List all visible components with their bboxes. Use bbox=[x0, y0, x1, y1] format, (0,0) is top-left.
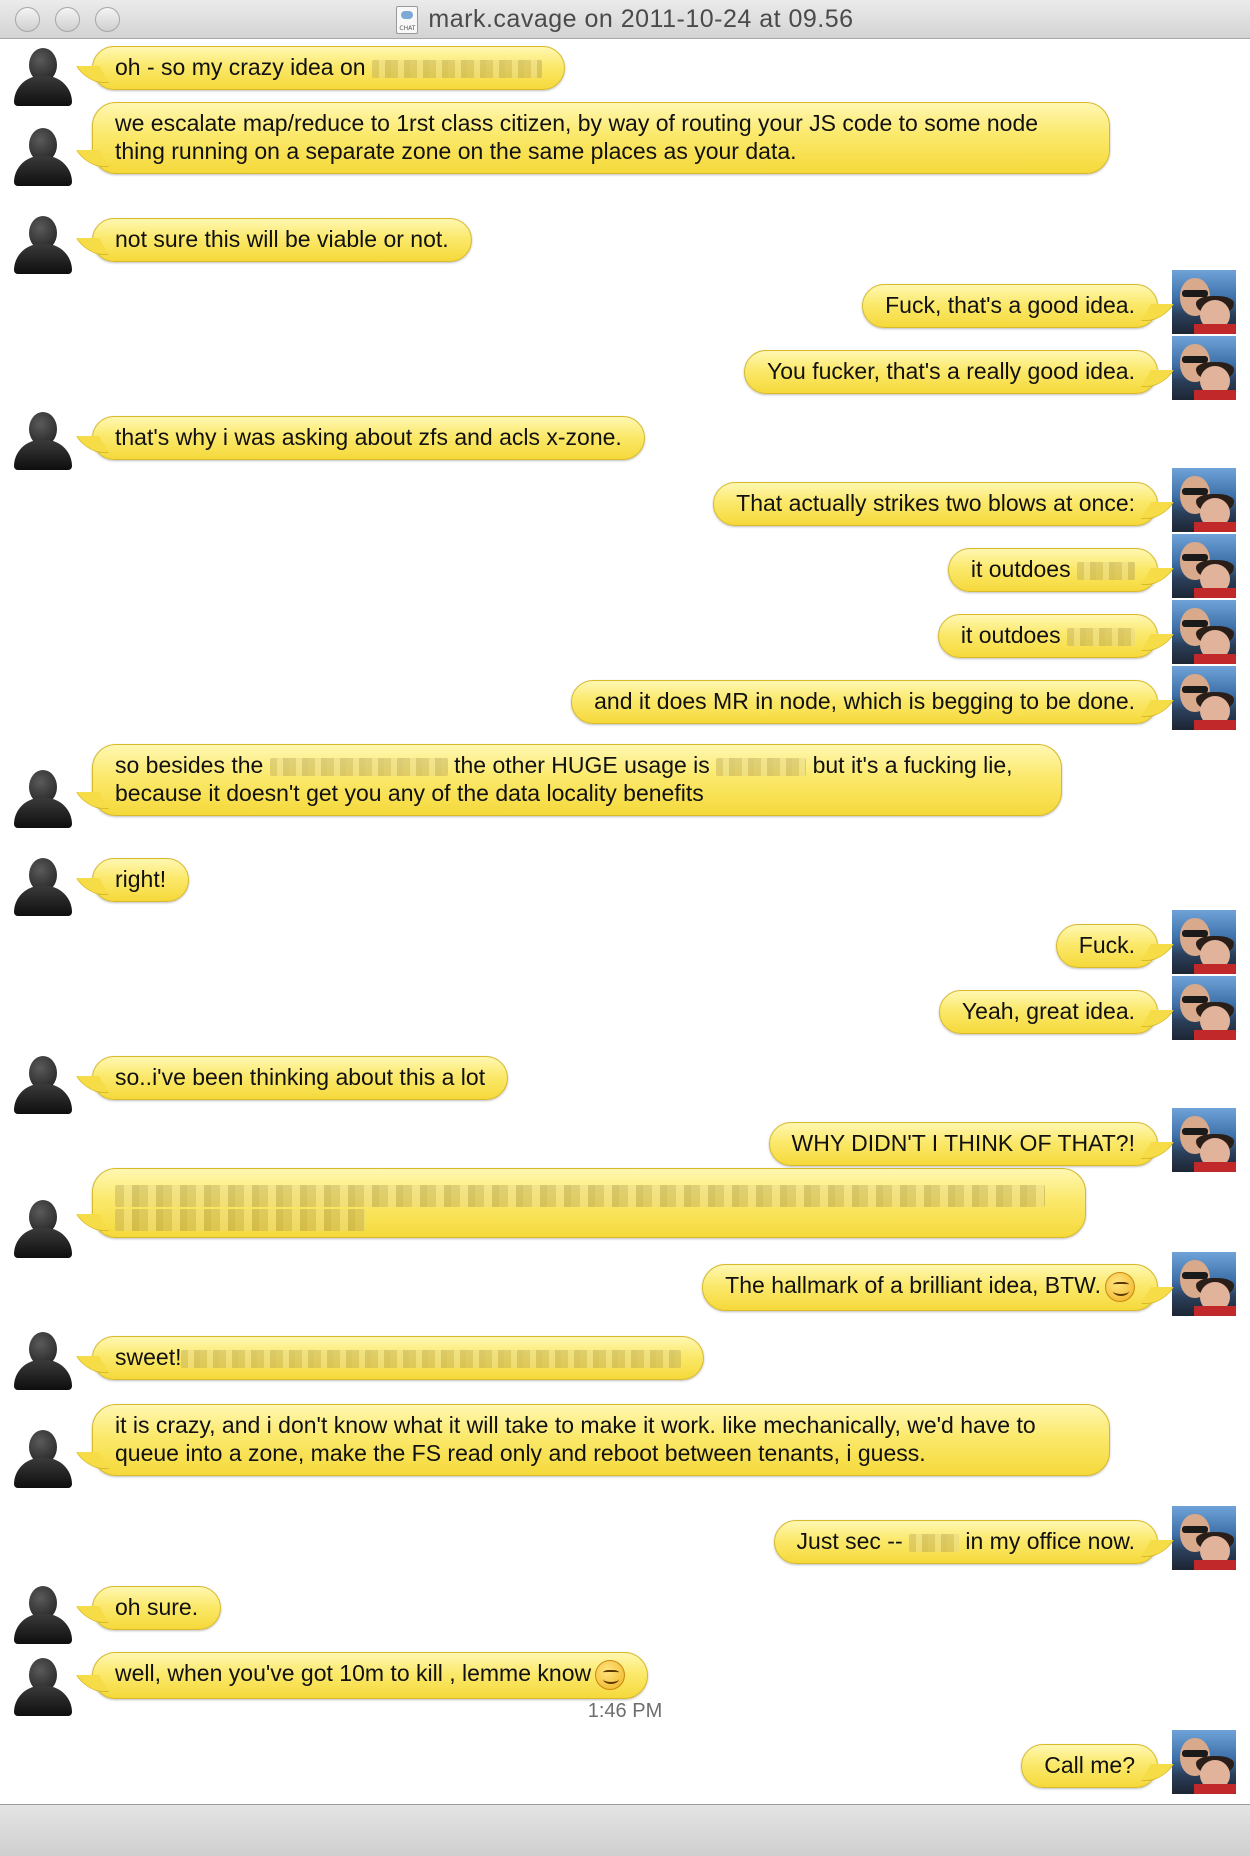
message-text: right! bbox=[115, 866, 167, 892]
user-photo-icon bbox=[1172, 666, 1236, 730]
person-silhouette-icon bbox=[12, 1054, 74, 1114]
user-photo-icon bbox=[1172, 600, 1236, 664]
message-text: You fucker, that's a really good idea. bbox=[767, 358, 1135, 384]
person-silhouette-icon bbox=[12, 768, 74, 828]
wink-smiley-icon bbox=[595, 1659, 626, 1690]
message-text: Just sec -- bbox=[796, 1528, 909, 1554]
title-bar[interactable]: CHAT mark.cavage on 2011-10-24 at 09.56 bbox=[0, 0, 1250, 39]
message-bubble[interactable]: it outdoes bbox=[937, 614, 1158, 658]
message-text: so..i've been thinking about this a lot bbox=[115, 1064, 486, 1090]
message-text: That actually strikes two blows at once: bbox=[736, 490, 1135, 516]
message-text: Fuck. bbox=[1078, 932, 1135, 958]
message-text: well, when you've got 10m to kill , lemm… bbox=[115, 1660, 592, 1686]
message-text: it outdoes bbox=[960, 622, 1067, 648]
message-bubble[interactable]: right! bbox=[92, 858, 190, 902]
person-silhouette-icon bbox=[12, 410, 74, 470]
message-bubble[interactable]: Fuck, that's a good idea. bbox=[862, 284, 1158, 328]
redacted-text bbox=[1077, 561, 1135, 580]
message-text: that's why i was asking about zfs and ac… bbox=[115, 424, 622, 450]
message-bubble[interactable]: You fucker, that's a really good idea. bbox=[744, 350, 1158, 394]
message-bubble[interactable]: Call me? bbox=[1021, 1744, 1158, 1788]
message-text: the other HUGE usage is bbox=[447, 752, 717, 778]
person-silhouette-icon bbox=[12, 856, 74, 916]
message-text: WHY DIDN'T I THINK OF THAT?! bbox=[791, 1130, 1135, 1156]
message-bubble[interactable]: it is crazy, and i don't know what it wi… bbox=[92, 1404, 1110, 1476]
user-photo-icon bbox=[1172, 336, 1236, 400]
window-title-group: CHAT mark.cavage on 2011-10-24 at 09.56 bbox=[0, 0, 1250, 39]
message-bubble[interactable]: so..i've been thinking about this a lot bbox=[92, 1056, 509, 1100]
redacted-text bbox=[909, 1533, 959, 1552]
message-bubble[interactable]: it outdoes bbox=[947, 548, 1158, 592]
message-bubble[interactable]: Fuck. bbox=[1055, 924, 1158, 968]
user-photo-icon bbox=[1172, 468, 1236, 532]
message-text: Yeah, great idea. bbox=[961, 998, 1135, 1024]
redacted-text bbox=[181, 1349, 682, 1368]
person-silhouette-icon bbox=[12, 1330, 74, 1390]
person-silhouette-icon bbox=[12, 214, 74, 274]
user-photo-icon bbox=[1172, 1108, 1236, 1172]
message-bubble[interactable]: sweet! bbox=[92, 1336, 705, 1380]
person-silhouette-icon bbox=[12, 1428, 74, 1488]
user-photo-icon bbox=[1172, 534, 1236, 598]
message-text: and it does MR in node, which is begging… bbox=[594, 688, 1135, 714]
chat-document-icon-label: CHAT bbox=[399, 24, 416, 32]
redacted-text bbox=[269, 757, 448, 776]
user-photo-icon bbox=[1172, 910, 1236, 974]
message-bubble[interactable]: The hallmark of a brilliant idea, BTW. bbox=[702, 1264, 1158, 1311]
message-text: Call me? bbox=[1044, 1752, 1135, 1778]
user-photo-icon bbox=[1172, 270, 1236, 334]
message-text: The hallmark of a brilliant idea, BTW. bbox=[725, 1272, 1101, 1298]
message-bubble[interactable]: That actually strikes two blows at once: bbox=[713, 482, 1158, 526]
message-bubble[interactable]: Yeah, great idea. bbox=[938, 990, 1158, 1034]
message-bubble[interactable]: that's why i was asking about zfs and ac… bbox=[92, 416, 645, 460]
message-text: sweet! bbox=[115, 1344, 182, 1370]
redacted-text bbox=[115, 1185, 1045, 1207]
redacted-text bbox=[115, 1209, 365, 1231]
message-text: oh sure. bbox=[115, 1594, 199, 1620]
user-photo-icon bbox=[1172, 1730, 1236, 1794]
user-photo-icon bbox=[1172, 1252, 1236, 1316]
redacted-text bbox=[1067, 627, 1135, 646]
timestamp-divider: 1:46 PM bbox=[587, 1700, 663, 1722]
person-silhouette-icon bbox=[12, 46, 74, 106]
message-text: but it's a fucking lie, bbox=[806, 752, 1013, 778]
message-text: it is crazy, and i don't know what it wi… bbox=[115, 1412, 1036, 1466]
message-bubble[interactable]: oh - so my crazy idea on bbox=[92, 46, 565, 90]
wink-smiley-icon bbox=[1105, 1271, 1135, 1302]
message-text: not sure this will be viable or not. bbox=[115, 226, 449, 252]
message-text: it outdoes bbox=[970, 556, 1077, 582]
bottom-bar bbox=[0, 1804, 1250, 1856]
window-title: mark.cavage on 2011-10-24 at 09.56 bbox=[428, 5, 854, 33]
message-bubble[interactable]: we escalate map/reduce to 1rst class cit… bbox=[92, 102, 1110, 174]
message-bubble[interactable]: so besides the the other HUGE usage is b… bbox=[92, 744, 1062, 816]
message-text: so besides the bbox=[115, 752, 270, 778]
message-bubble[interactable]: and it does MR in node, which is begging… bbox=[571, 680, 1158, 724]
chat-window: CHAT mark.cavage on 2011-10-24 at 09.56 … bbox=[0, 0, 1250, 1856]
user-photo-icon bbox=[1172, 1506, 1236, 1570]
message-bubble[interactable] bbox=[92, 1168, 1086, 1238]
message-bubble[interactable]: WHY DIDN'T I THINK OF THAT?! bbox=[768, 1122, 1158, 1166]
message-bubble[interactable]: not sure this will be viable or not. bbox=[92, 218, 472, 262]
person-silhouette-icon bbox=[12, 126, 74, 186]
message-bubble[interactable]: Just sec -- in my office now. bbox=[773, 1520, 1158, 1564]
chat-document-icon[interactable]: CHAT bbox=[396, 5, 419, 34]
redacted-text bbox=[371, 59, 542, 78]
person-silhouette-icon bbox=[12, 1584, 74, 1644]
message-bubble[interactable]: well, when you've got 10m to kill , lemm… bbox=[92, 1652, 649, 1699]
user-photo-icon bbox=[1172, 976, 1236, 1040]
person-silhouette-icon bbox=[12, 1198, 74, 1258]
message-text: oh - so my crazy idea on bbox=[115, 54, 372, 80]
chat-transcript[interactable]: oh - so my crazy idea on we escalate map… bbox=[0, 40, 1250, 1804]
message-text: we escalate map/reduce to 1rst class cit… bbox=[115, 110, 1039, 164]
message-bubble[interactable]: oh sure. bbox=[92, 1586, 222, 1630]
message-text: in my office now. bbox=[959, 1528, 1135, 1554]
redacted-text bbox=[716, 757, 807, 776]
message-text: Fuck, that's a good idea. bbox=[885, 292, 1135, 318]
message-text: because it doesn't get you any of the da… bbox=[115, 780, 704, 806]
